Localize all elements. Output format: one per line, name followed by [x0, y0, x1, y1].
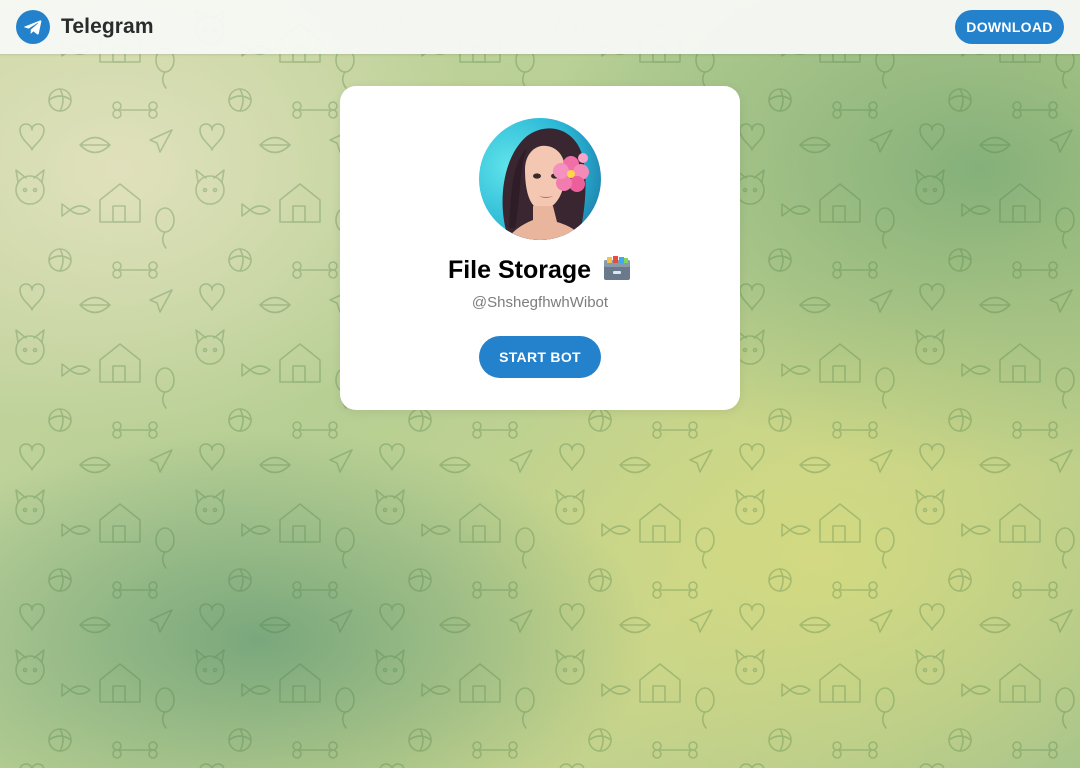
download-button[interactable]: DOWNLOAD — [955, 10, 1064, 44]
bot-name: File Storage — [447, 256, 592, 284]
app-name: Telegram — [61, 15, 154, 38]
start-bot-button[interactable]: START BOT — [479, 336, 601, 378]
telegram-logo-icon — [16, 10, 50, 44]
bot-name-heading: File Storage — [340, 256, 740, 289]
card-file-box-icon — [602, 256, 632, 289]
top-header: Telegram DOWNLOAD — [0, 0, 1080, 54]
bot-username: @ShshegfhwhWibot — [471, 294, 609, 311]
telegram-logo-link[interactable]: Telegram — [16, 10, 154, 44]
bot-avatar — [479, 118, 601, 240]
bot-card: File Storage @ShshegfhwhWibot START BOT — [340, 86, 740, 410]
